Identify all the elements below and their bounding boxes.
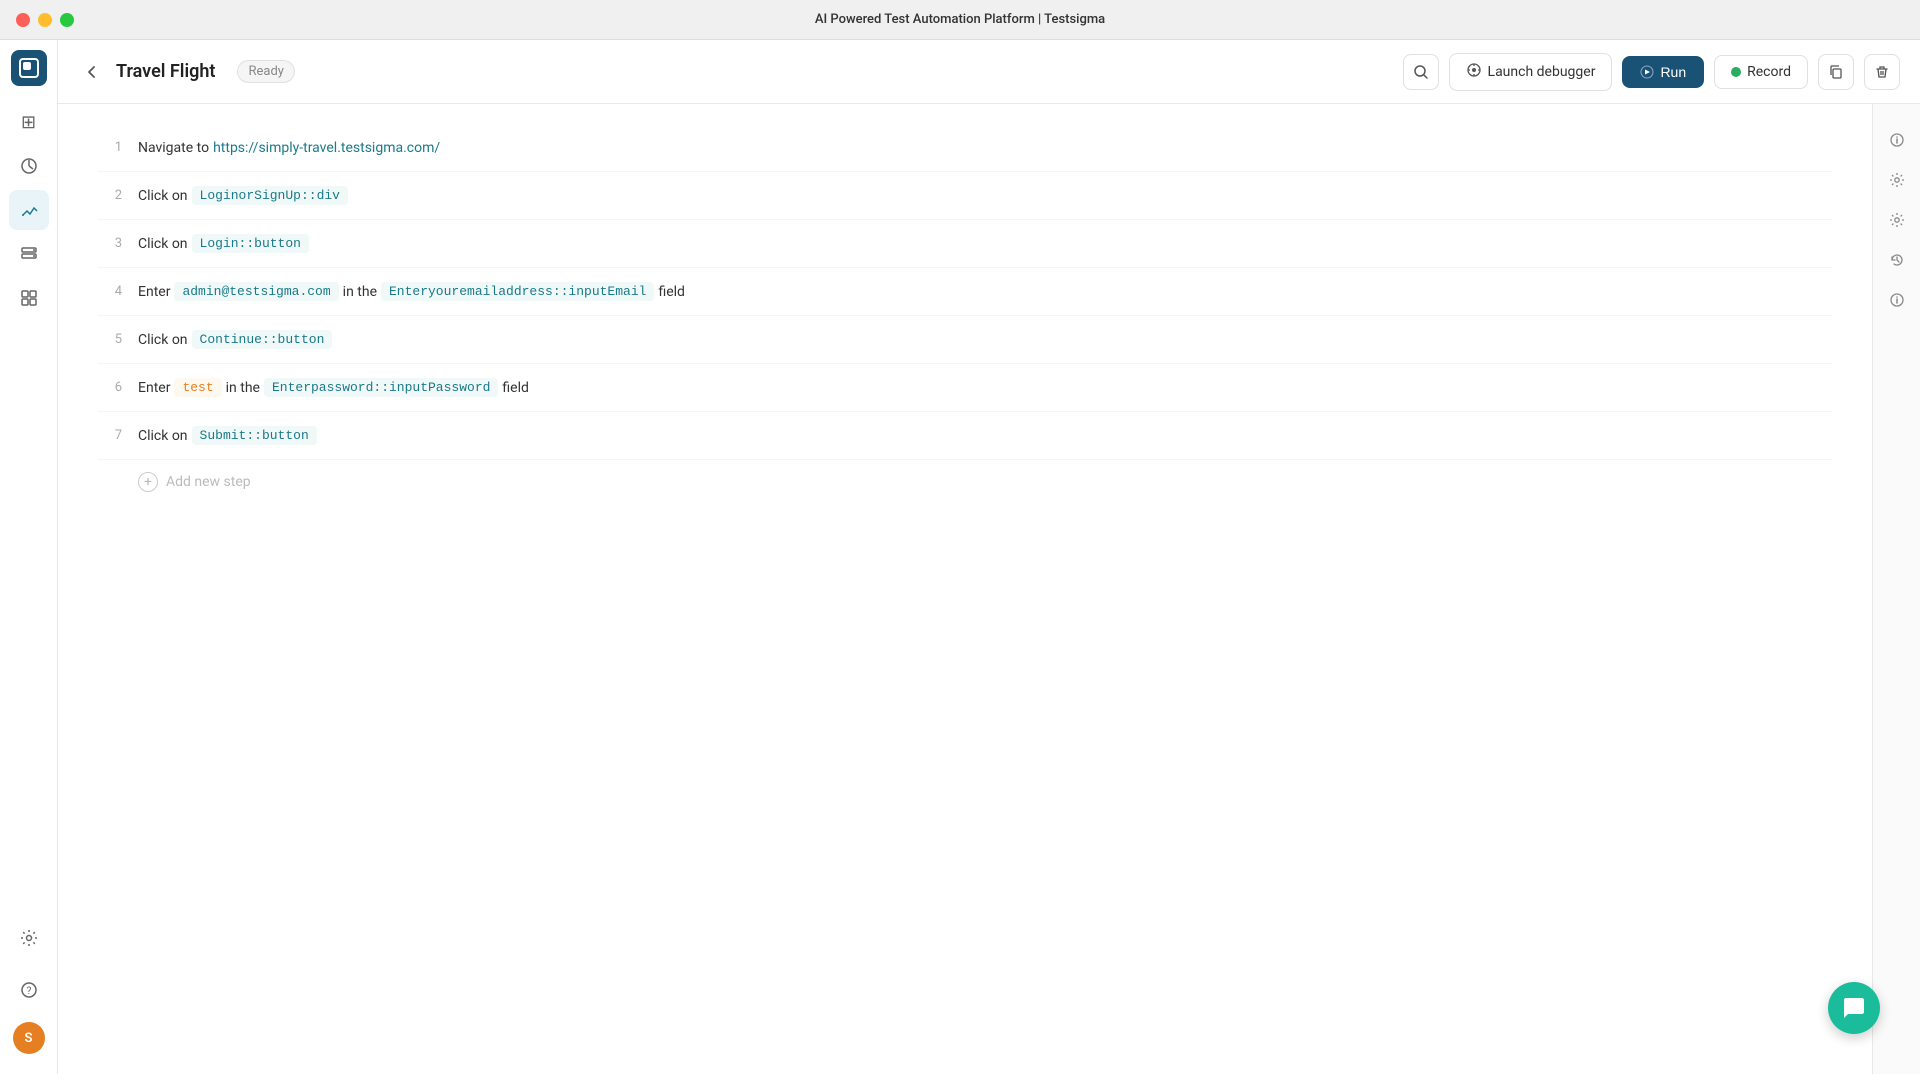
status-badge: Ready (237, 60, 294, 83)
search-button[interactable] (1403, 54, 1439, 90)
sidebar: ⊞ (0, 40, 58, 1074)
step-code-red: test (174, 378, 221, 397)
header-actions: Launch debugger Run Record (1403, 53, 1900, 91)
content-wrapper: 1 Navigate tohttps://simply-travel.testsi… (58, 104, 1920, 1074)
launch-debugger-label: Launch debugger (1488, 64, 1596, 80)
step-number: 1 (98, 140, 122, 155)
table-row: 7 Click onSubmit::button (98, 412, 1832, 460)
step-keyword: Click on (138, 188, 188, 204)
right-panel-history[interactable] (1881, 244, 1913, 276)
step-keyword: Navigate to (138, 140, 209, 156)
step-keyword: Click on (138, 236, 188, 252)
page-title: Travel Flight (116, 61, 215, 82)
run-button[interactable]: Run (1622, 56, 1704, 88)
table-row: 3 Click onLogin::button (98, 220, 1832, 268)
record-button[interactable]: Record (1714, 55, 1808, 89)
step-number: 7 (98, 428, 122, 443)
step-keyword: Click on (138, 428, 188, 444)
copy-button[interactable] (1818, 54, 1854, 90)
step-keyword: in the (226, 380, 260, 396)
step-keyword: in the (343, 284, 377, 300)
step-number: 2 (98, 188, 122, 203)
launch-debugger-button[interactable]: Launch debugger (1449, 53, 1613, 91)
table-row: 1 Navigate tohttps://simply-travel.testsi… (98, 124, 1832, 172)
debugger-icon (1466, 62, 1482, 82)
step-content: Click onSubmit::button (138, 426, 317, 445)
right-panel-details[interactable] (1881, 284, 1913, 316)
step-content: Entertest in theEnterpassword::inputPassw… (138, 378, 529, 397)
run-label: Run (1660, 64, 1686, 80)
steps-list: 1 Navigate tohttps://simply-travel.testsi… (58, 104, 1872, 1074)
step-code: Login::button (192, 234, 309, 253)
step-keyword: Enter (138, 284, 170, 300)
step-number: 6 (98, 380, 122, 395)
window-title: AI Powered Test Automation Platform | Te… (815, 12, 1105, 27)
step-code: Enteryouremailaddress::inputEmail (381, 282, 654, 301)
right-panel-settings1[interactable] (1881, 164, 1913, 196)
logo-icon (19, 58, 39, 78)
table-row: 5 Click onContinue::button (98, 316, 1832, 364)
step-code: Enterpassword::inputPassword (264, 378, 498, 397)
step-content: Click onLoginorSignUp::div (138, 186, 348, 205)
table-row: 4 Enteradmin@testsigma.com in theEnteryour… (98, 268, 1832, 316)
step-number: 3 (98, 236, 122, 251)
add-step-label: Add new step (166, 474, 251, 490)
step-number: 5 (98, 332, 122, 347)
step-content: Click onContinue::button (138, 330, 332, 349)
close-window-btn[interactable] (16, 13, 30, 27)
record-indicator (1731, 67, 1741, 77)
header: Travel Flight Ready (58, 40, 1920, 104)
step-keyword: field (658, 284, 684, 300)
table-row: 2 Click onLoginorSignUp::div (98, 172, 1832, 220)
main-section: Travel Flight Ready (58, 40, 1920, 1074)
step-code: Submit::button (192, 426, 317, 445)
step-keyword: Enter (138, 380, 170, 396)
step-link[interactable]: https://simply-travel.testsigma.com/ (213, 140, 440, 156)
step-code: admin@testsigma.com (174, 282, 338, 301)
add-step-button[interactable]: + Add new step (138, 460, 1832, 504)
minimize-window-btn[interactable] (38, 13, 52, 27)
right-panel-info[interactable] (1881, 124, 1913, 156)
sidebar-item-storage[interactable] (9, 234, 49, 274)
record-label: Record (1747, 64, 1791, 80)
window-controls (16, 13, 74, 27)
avatar[interactable]: S (13, 1022, 45, 1054)
sidebar-item-components[interactable] (9, 278, 49, 318)
sidebar-item-help[interactable]: ? (9, 970, 49, 1010)
step-content: Click onLogin::button (138, 234, 309, 253)
sidebar-item-apps[interactable]: ⊞ (9, 102, 49, 142)
add-step-plus-icon: + (138, 472, 158, 492)
step-content: Enteradmin@testsigma.com in theEnteryoure… (138, 282, 685, 301)
sidebar-item-settings[interactable] (9, 918, 49, 958)
delete-button[interactable] (1864, 54, 1900, 90)
step-code: LoginorSignUp::div (192, 186, 348, 205)
step-content: Navigate tohttps://simply-travel.testsig… (138, 140, 440, 156)
step-code: Continue::button (192, 330, 333, 349)
table-row: 6 Entertest in theEnterpassword::inputPass… (98, 364, 1832, 412)
title-bar: AI Powered Test Automation Platform | Te… (0, 0, 1920, 40)
maximize-window-btn[interactable] (60, 13, 74, 27)
step-number: 4 (98, 284, 122, 299)
sidebar-logo[interactable] (11, 50, 47, 86)
right-panel (1872, 104, 1920, 1074)
sidebar-item-analytics[interactable] (9, 146, 49, 186)
svg-text:?: ? (26, 986, 31, 997)
back-button[interactable] (78, 58, 106, 86)
sidebar-item-editor[interactable] (9, 190, 49, 230)
chat-button[interactable] (1828, 982, 1880, 1034)
step-keyword: field (502, 380, 528, 396)
step-keyword: Click on (138, 332, 188, 348)
right-panel-settings2[interactable] (1881, 204, 1913, 236)
